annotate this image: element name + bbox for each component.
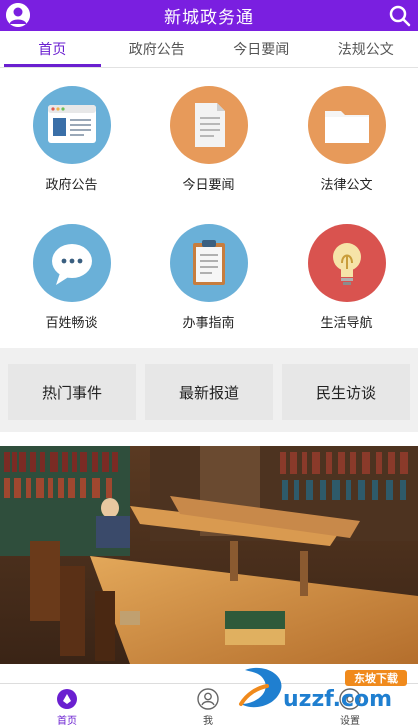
- tab-regulations[interactable]: 法规公文: [314, 31, 418, 67]
- grid-item-label: 法律公文: [320, 174, 372, 193]
- chat-bubble-icon: [33, 224, 111, 302]
- grid-item-label: 办事指南: [182, 312, 234, 331]
- section-divider: [0, 348, 418, 356]
- tab-today-news[interactable]: 今日要闻: [209, 31, 314, 67]
- profile-icon: [197, 688, 219, 710]
- grid-item-today-news[interactable]: 今日要闻: [139, 68, 278, 206]
- grid-item-label: 今日要闻: [182, 174, 234, 193]
- watermark-text: uzzf.com: [283, 687, 392, 712]
- home-icon: [56, 688, 78, 710]
- clipboard-icon: [170, 224, 248, 302]
- top-app-bar: 新城政务通: [0, 0, 418, 31]
- grid-item-law-docs[interactable]: 法律公文: [277, 68, 416, 206]
- category-tabs: 首页 政府公告 今日要闻 法规公文: [0, 31, 418, 68]
- hot-events-button[interactable]: 热门事件: [8, 364, 136, 420]
- livelihood-interviews-button[interactable]: 民生访谈: [282, 364, 410, 420]
- tab-home[interactable]: 首页: [0, 31, 105, 67]
- grid-item-service-guide[interactable]: 办事指南: [139, 206, 278, 344]
- watermark-subtext: 东坡下载: [354, 671, 398, 685]
- folder-icon: [308, 86, 386, 164]
- latest-reports-button[interactable]: 最新报道: [145, 364, 273, 420]
- grid-item-label: 百姓畅谈: [45, 312, 97, 331]
- app-title: 新城政务通: [164, 3, 254, 28]
- nav-home[interactable]: 首页: [27, 688, 107, 727]
- grid-item-public-chat[interactable]: 百姓畅谈: [2, 206, 141, 344]
- grid-item-life-navigation[interactable]: 生活导航: [277, 206, 416, 344]
- grid-item-label: 政府公告: [45, 174, 97, 193]
- tab-government-notice[interactable]: 政府公告: [105, 31, 210, 67]
- grid-item-label: 生活导航: [320, 312, 372, 331]
- document-icon: [170, 86, 248, 164]
- user-avatar-icon[interactable]: [6, 3, 30, 27]
- grid-item-government-notice[interactable]: 政府公告: [2, 68, 141, 206]
- browser-window-icon: [33, 86, 111, 164]
- quick-links: 热门事件 最新报道 民生访谈: [0, 356, 418, 432]
- search-icon[interactable]: [388, 4, 412, 28]
- lightbulb-icon: [308, 224, 386, 302]
- feature-grid: 政府公告 今日要闻 法律公文: [0, 68, 418, 348]
- nav-me[interactable]: 我: [168, 688, 248, 727]
- watermark-logo: 东坡下载 uzzf.com: [237, 664, 412, 712]
- library-photo[interactable]: [0, 446, 418, 664]
